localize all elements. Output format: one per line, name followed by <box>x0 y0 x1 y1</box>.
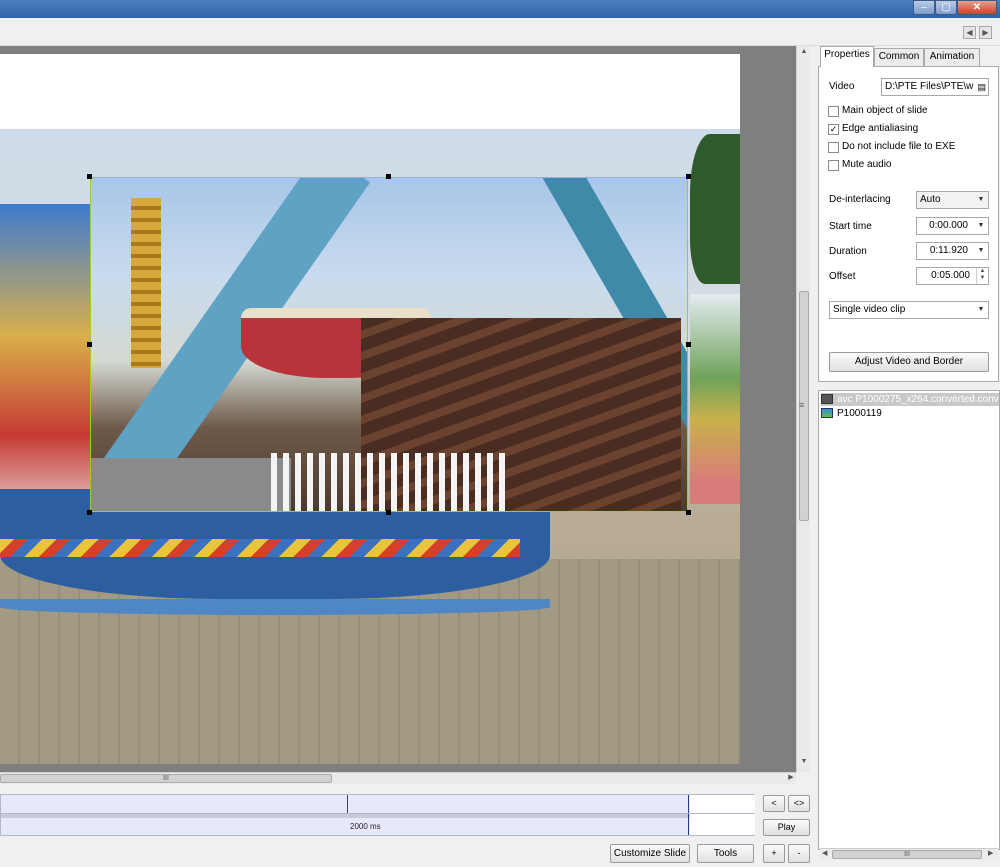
list-item-label: P1000119 <box>837 408 882 419</box>
chevron-down-icon[interactable]: ▼ <box>974 192 988 208</box>
edge-antialiasing-checkbox[interactable]: ✓ <box>828 124 839 135</box>
deinterlacing-value: Auto <box>920 194 941 205</box>
duration-value: 0:11.920 <box>929 245 968 256</box>
top-toolbar: ◀ ▶ <box>0 18 1000 46</box>
exclude-from-exe-checkbox[interactable] <box>828 142 839 153</box>
object-list-scroll-thumb[interactable]: III <box>832 850 982 859</box>
properties-tabs: Properties Common Animation <box>818 46 1000 67</box>
start-time-field[interactable]: 0:00.000 ▼ <box>916 217 989 235</box>
scroll-down-icon[interactable]: ▼ <box>799 758 809 768</box>
main-object-label: Main object of slide <box>842 105 928 116</box>
offset-stepper-icon[interactable]: ▲ ▼ <box>976 268 988 284</box>
tab-animation[interactable]: Animation <box>924 48 980 66</box>
scroll-up-icon[interactable]: ▲ <box>799 48 809 58</box>
offset-value: 0:05.000 <box>931 270 970 281</box>
minimize-button[interactable]: – <box>913 0 935 15</box>
properties-panel: Properties Common Animation Video D:\PTE… <box>818 46 1000 382</box>
resize-handle[interactable] <box>87 510 92 515</box>
resize-handle[interactable] <box>87 342 92 347</box>
timeline-top-track[interactable] <box>0 794 755 814</box>
tab-common[interactable]: Common <box>874 48 924 66</box>
video-path-value: D:\PTE Files\PTE\w <box>885 81 974 92</box>
resize-handle[interactable] <box>87 174 92 179</box>
platform-image-detail <box>91 458 291 511</box>
clip-mode-select[interactable]: Single video clip ▼ <box>829 301 989 319</box>
ride-ring-image-detail <box>0 599 550 615</box>
open-folder-icon[interactable]: ▤ <box>977 79 986 95</box>
panel-splitter-icon[interactable]: ≡ <box>799 400 807 412</box>
mute-audio-checkbox[interactable] <box>828 160 839 171</box>
deinterlacing-select[interactable]: Auto ▼ <box>916 191 989 209</box>
scroll-left-icon[interactable]: ◀ <box>822 849 827 857</box>
tools-button[interactable]: Tools <box>697 844 754 863</box>
resize-handle[interactable] <box>686 342 691 347</box>
maximize-button[interactable]: ▢ <box>935 0 957 15</box>
customize-slide-button[interactable]: Customize Slide <box>610 844 690 863</box>
timeline-bottom-track[interactable]: 2000 ms <box>0 814 755 836</box>
horizontal-scroll-thumb[interactable]: III <box>0 774 332 783</box>
scroll-grip-icon: III <box>904 851 910 858</box>
resize-handle[interactable] <box>686 174 691 179</box>
offset-field[interactable]: 0:05.000 ▲ ▼ <box>916 267 989 285</box>
start-time-label: Start time <box>829 221 872 232</box>
image-file-icon <box>821 408 833 419</box>
start-time-value: 0:00.000 <box>929 220 968 231</box>
timeline-progress-track <box>1 814 690 818</box>
expand-button[interactable]: <> <box>788 795 810 812</box>
carousel-stall-image-detail <box>0 204 90 534</box>
trees-image-detail <box>690 134 740 284</box>
adjust-video-border-button[interactable]: Adjust Video and Border <box>829 352 989 372</box>
video-label: Video <box>829 81 855 92</box>
main-object-checkbox[interactable] <box>828 106 839 117</box>
add-object-button[interactable]: + <box>763 844 785 863</box>
timeline-marker[interactable] <box>347 795 348 813</box>
chevron-down-icon[interactable]: ▼ <box>974 302 988 318</box>
scroll-right-icon[interactable]: ▶ <box>988 849 993 857</box>
toolbar-next-icon[interactable]: ▶ <box>979 26 992 39</box>
resize-handle[interactable] <box>686 510 691 515</box>
list-item[interactable]: P1000119 <box>821 407 999 420</box>
slide-preview-area[interactable] <box>0 46 796 772</box>
kiosk-image-detail <box>690 294 740 504</box>
offset-label: Offset <box>829 271 856 282</box>
chevron-down-icon[interactable]: ▼ <box>974 243 988 259</box>
timeline-empty-area <box>690 795 755 813</box>
clip-mode-value: Single video clip <box>833 304 906 315</box>
video-object[interactable] <box>90 177 688 512</box>
timeline-empty-area <box>690 814 755 835</box>
timeline-end-marker[interactable] <box>688 795 689 813</box>
ride-stripe-image-detail <box>0 539 520 557</box>
video-path-field[interactable]: D:\PTE Files\PTE\w ▤ <box>881 78 989 96</box>
fence-image-detail <box>271 453 511 511</box>
deinterlacing-label: De-interlacing <box>829 194 891 205</box>
preview-horizontal-scrollbar[interactable]: III ▶ <box>0 772 796 784</box>
tower-image-detail <box>131 198 161 368</box>
object-list-horizontal-scrollbar[interactable]: ◀ III ▶ <box>820 848 998 860</box>
play-button[interactable]: Play <box>763 819 810 836</box>
prev-slide-button[interactable]: < <box>763 795 785 812</box>
exclude-from-exe-label: Do not include file to EXE <box>842 141 956 152</box>
mute-audio-label: Mute audio <box>842 159 892 170</box>
title-bar: – ▢ ✕ <box>0 0 1000 18</box>
timeline-duration-label: 2000 ms <box>350 822 381 831</box>
duration-label: Duration <box>829 246 867 257</box>
duration-field[interactable]: 0:11.920 ▼ <box>916 242 989 260</box>
video-file-icon <box>821 394 833 405</box>
tab-properties[interactable]: Properties <box>820 46 874 67</box>
timeline-end-marker[interactable] <box>688 814 689 835</box>
resize-handle[interactable] <box>386 510 391 515</box>
resize-handle[interactable] <box>386 174 391 179</box>
scroll-right-icon[interactable]: ▶ <box>786 773 796 784</box>
toolbar-prev-icon[interactable]: ◀ <box>963 26 976 39</box>
scroll-grip-icon: III <box>163 775 169 782</box>
list-item[interactable]: avc P1000275_x264.converted.conver <box>821 393 999 406</box>
chevron-down-icon[interactable]: ▼ <box>974 218 988 234</box>
properties-tab-body: Video D:\PTE Files\PTE\w ▤ Main object o… <box>818 66 999 382</box>
edge-antialiasing-label: Edge antialiasing <box>842 123 919 134</box>
list-item-label: avc P1000275_x264.converted.conver <box>837 394 999 405</box>
object-list: avc P1000275_x264.converted.conver P1000… <box>818 390 1000 850</box>
close-button[interactable]: ✕ <box>957 0 997 15</box>
remove-object-button[interactable]: - <box>788 844 810 863</box>
